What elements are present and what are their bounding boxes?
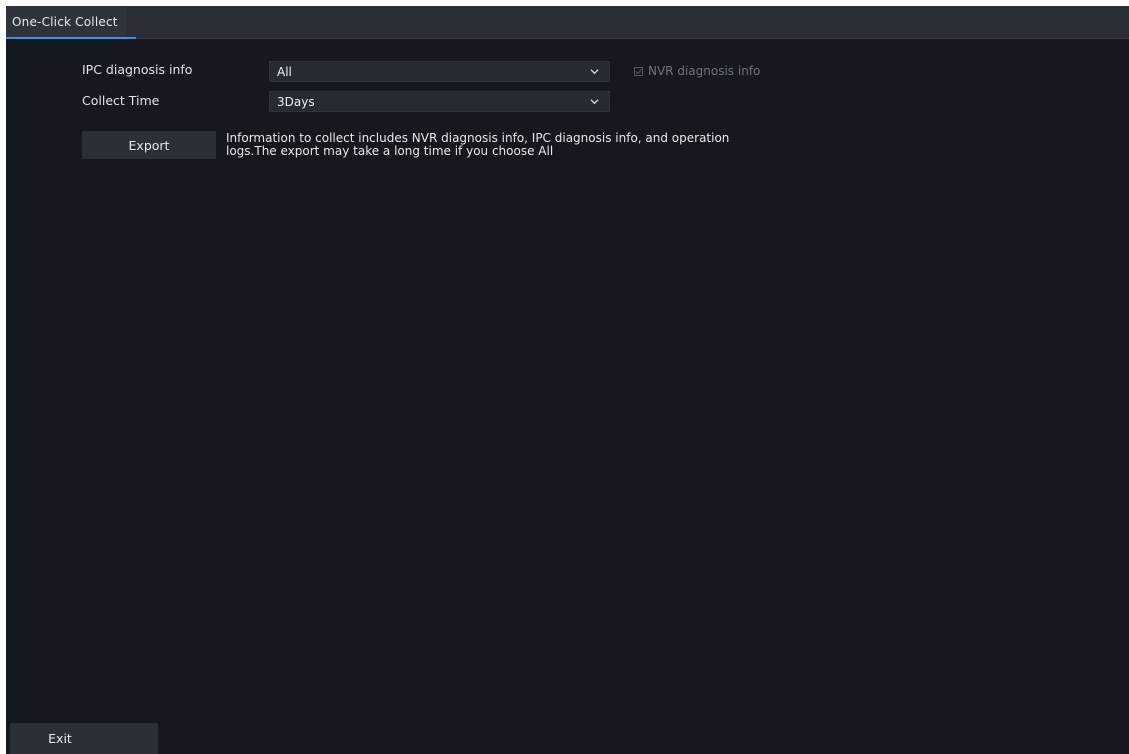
collect-time-select[interactable]: 3Days xyxy=(269,91,610,112)
nvr-diagnosis-checkbox-row[interactable]: NVR diagnosis info xyxy=(634,64,760,78)
ipc-diagnosis-label: IPC diagnosis info xyxy=(82,62,193,77)
ipc-diagnosis-select[interactable]: All xyxy=(269,61,610,82)
exit-button[interactable]: Exit xyxy=(10,723,158,754)
tab-bar: One-Click Collect xyxy=(6,6,1129,39)
chevron-down-icon xyxy=(590,69,599,75)
info-line-2: logs.The export may take a long time if … xyxy=(226,144,554,158)
tab-label: One-Click Collect xyxy=(12,15,118,29)
collect-time-label: Collect Time xyxy=(82,93,160,108)
collect-time-value: 3Days xyxy=(277,94,315,109)
active-tab-indicator xyxy=(6,37,136,39)
ipc-diagnosis-value: All xyxy=(277,64,292,79)
footer-bar: Exit xyxy=(6,714,1129,754)
tab-one-click-collect[interactable]: One-Click Collect xyxy=(6,6,126,38)
nvr-diagnosis-label: NVR diagnosis info xyxy=(648,64,761,78)
export-button[interactable]: Export xyxy=(82,131,216,159)
export-label: Export xyxy=(128,137,170,153)
export-info-text: Information to collect includes NVR diag… xyxy=(226,132,846,158)
one-click-collect-window: One-Click Collect IPC diagnosis info All… xyxy=(6,6,1129,754)
exit-label: Exit xyxy=(48,731,72,746)
checkbox-icon[interactable] xyxy=(634,66,643,76)
chevron-down-icon xyxy=(590,99,599,105)
